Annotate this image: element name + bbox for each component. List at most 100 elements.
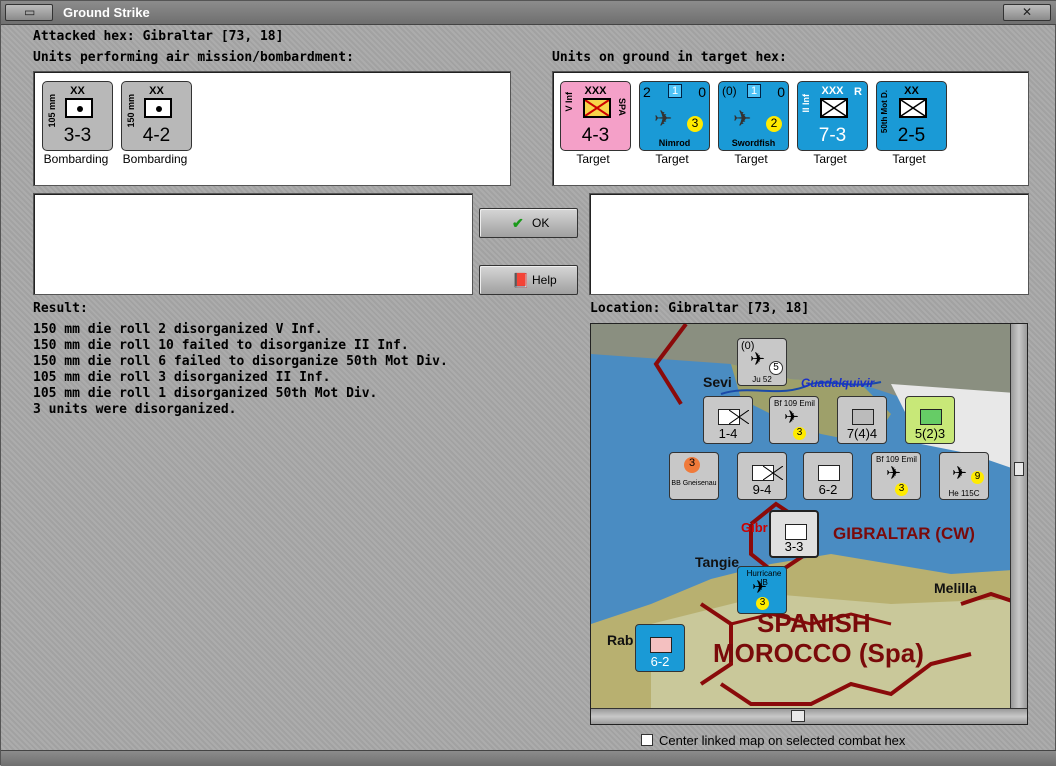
map-label-guadalquivir: Guadalquivir: [801, 376, 875, 390]
map-counter-gibraltar-selected[interactable]: 3-3: [769, 510, 819, 558]
help-book-icon: 📕: [512, 272, 530, 288]
counter-name: He 115C: [948, 489, 980, 498]
ok-button-label: OK: [532, 216, 550, 230]
aircraft-icon: ✈: [654, 106, 673, 131]
unit-left-label: V Inf: [564, 92, 574, 112]
counter-value: 6-2: [650, 654, 670, 669]
map-counter-9-4[interactable]: 9-4: [737, 452, 787, 500]
counter-value: 3: [684, 457, 700, 473]
unit-badge: 2: [766, 116, 782, 132]
ground-units-panel: XXX V Inf SPA 4-3 Target 2 1 0 ✈ 3 Nimro…: [552, 71, 1029, 186]
air-unit-caption: Bombarding: [43, 152, 109, 166]
ground-unit-caption: Target: [655, 152, 689, 166]
location-label: Location: Gibraltar [73, 18]: [590, 301, 810, 316]
unit-right-value: 0: [777, 84, 785, 100]
ground-unit-caption: Target: [576, 152, 610, 166]
infantry-symbol-icon: [583, 98, 611, 118]
mountain-symbol-icon: [818, 465, 840, 481]
center-map-checkbox[interactable]: [641, 734, 653, 746]
ok-button[interactable]: ✔ OK: [479, 208, 578, 238]
unit-right-label: R: [854, 86, 862, 98]
close-icon: ✕: [1022, 5, 1033, 19]
unit-strength: 3-3: [63, 125, 92, 146]
map-label-melilla: Melilla: [934, 580, 977, 596]
attacker-details-panel: [33, 193, 473, 295]
counter-value: 3-3: [784, 539, 804, 554]
result-line: 3 units were disorganized.: [33, 402, 237, 417]
horizontal-scroll-thumb[interactable]: [791, 710, 805, 722]
unit-left-value: 2: [643, 84, 651, 100]
map-label-sevilla: Sevi: [703, 374, 732, 390]
location-map[interactable]: Sevi Guadalquivir Gibr GIBRALTAR (CW) Ta…: [590, 323, 1028, 725]
close-button[interactable]: ✕: [1003, 4, 1051, 21]
ground-unit-ii-inf[interactable]: XXX II Inf R 7-3: [797, 81, 868, 151]
defender-details-panel: [589, 193, 1029, 295]
motorized-infantry-symbol-icon: [899, 98, 927, 118]
attacked-hex-label: Attacked hex: Gibraltar [73, 18]: [33, 29, 284, 44]
fortress-symbol-icon: [852, 409, 874, 425]
map-counter-gneisenau[interactable]: 3 BB Gneisenau: [669, 452, 719, 500]
counter-value: 9: [971, 471, 984, 484]
unit-strength: 7-3: [818, 125, 847, 146]
result-line: 105 mm die roll 3 disorganized II Inf.: [33, 370, 331, 385]
aircraft-icon: ✈: [952, 463, 968, 483]
result-line: 150 mm die roll 2 disorganized V Inf.: [33, 322, 323, 337]
ground-unit-swordfish[interactable]: (0) 1 0 ✈ 2 Swordfish: [718, 81, 789, 151]
map-vertical-scrollbar[interactable]: [1010, 324, 1027, 708]
map-counter-he115c[interactable]: ✈ 9 He 115C: [939, 452, 989, 500]
unit-strength: 4-2: [142, 125, 171, 146]
map-horizontal-scrollbar[interactable]: [591, 708, 1027, 724]
aircraft-icon: ✈: [750, 349, 766, 369]
unit-mid-value: 1: [668, 84, 682, 98]
ground-unit-50th-mot[interactable]: XX 50th Mot D. 2-5: [876, 81, 947, 151]
vertical-scroll-thumb[interactable]: [1014, 462, 1024, 476]
ground-unit-caption: Target: [813, 152, 847, 166]
counter-value: 6-2: [818, 482, 838, 497]
counter-value: 5(2)3: [914, 426, 946, 441]
unit-side-label: 150 mm: [126, 94, 136, 128]
counter-name: Ju 52: [752, 375, 772, 384]
counter-name: BB Gneisenau: [671, 480, 717, 487]
armor-symbol-icon: [920, 409, 942, 425]
unit-mid-value: 1: [747, 84, 761, 98]
ground-unit-nimrod[interactable]: 2 1 0 ✈ 3 Nimrod: [639, 81, 710, 151]
status-bar: [1, 750, 1056, 766]
map-counter-1st-inf[interactable]: 1-4: [703, 396, 753, 444]
infantry-symbol-icon: [820, 98, 848, 118]
counter-value: 3: [793, 427, 806, 440]
map-counter-sydney[interactable]: 6-2: [635, 624, 685, 672]
unit-left-label: II Inf: [801, 94, 811, 113]
map-counter-6-2[interactable]: 6-2: [803, 452, 853, 500]
artillery-symbol-icon: [65, 98, 93, 118]
air-unit-150mm[interactable]: XX 150 mm 4-2: [121, 81, 192, 151]
ground-strike-window: ▭ Ground Strike ✕ Attacked hex: Gibralta…: [0, 0, 1056, 766]
window-title: Ground Strike: [63, 5, 150, 20]
infantry-symbol-icon: [718, 409, 749, 425]
result-line: 150 mm die roll 6 failed to disorganize …: [33, 354, 448, 369]
air-unit-105mm[interactable]: XX 105 mm 3-3: [42, 81, 113, 151]
artillery-symbol-icon: [144, 98, 172, 118]
air-units-panel: XX 105 mm 3-3 Bombarding XX 150 mm 4-2 B…: [33, 71, 511, 186]
result-list: 150 mm die roll 2 disorganized V Inf. 15…: [33, 322, 448, 418]
counter-value: 5: [769, 361, 783, 375]
map-counter-ju52[interactable]: (0) ✈ 5 Ju 52: [737, 338, 787, 386]
map-counter-hurricane[interactable]: Hurricane IB ✈ 3: [737, 566, 787, 614]
map-counter-bf109[interactable]: Bf 109 Emil ✈ 3: [769, 396, 819, 444]
air-units-label: Units performing air mission/bombardment…: [33, 50, 354, 65]
ground-unit-v-inf[interactable]: XXX V Inf SPA 4-3: [560, 81, 631, 151]
infantry-symbol-icon: [752, 465, 783, 481]
title-bar: ▭ Ground Strike ✕: [1, 1, 1056, 25]
help-button[interactable]: 📕 Help: [479, 265, 578, 295]
system-menu-button[interactable]: ▭: [5, 4, 53, 21]
map-counter-bf109-2[interactable]: Bf 109 Emil ✈ 3: [871, 452, 921, 500]
unit-left-value: (0): [722, 84, 737, 98]
map-label-rabat: Rab: [607, 632, 634, 648]
map-counter-7-4-4[interactable]: 7(4)4: [837, 396, 887, 444]
mountain-symbol-icon: [650, 637, 672, 653]
unit-side-label: 105 mm: [47, 94, 57, 128]
air-unit-caption: Bombarding: [122, 152, 188, 166]
map-label-gib: Gibr: [741, 520, 768, 535]
center-map-label: Center linked map on selected combat hex: [659, 733, 906, 748]
map-counter-5-2-3[interactable]: 5(2)3: [905, 396, 955, 444]
aircraft-icon: ✈: [784, 407, 800, 427]
